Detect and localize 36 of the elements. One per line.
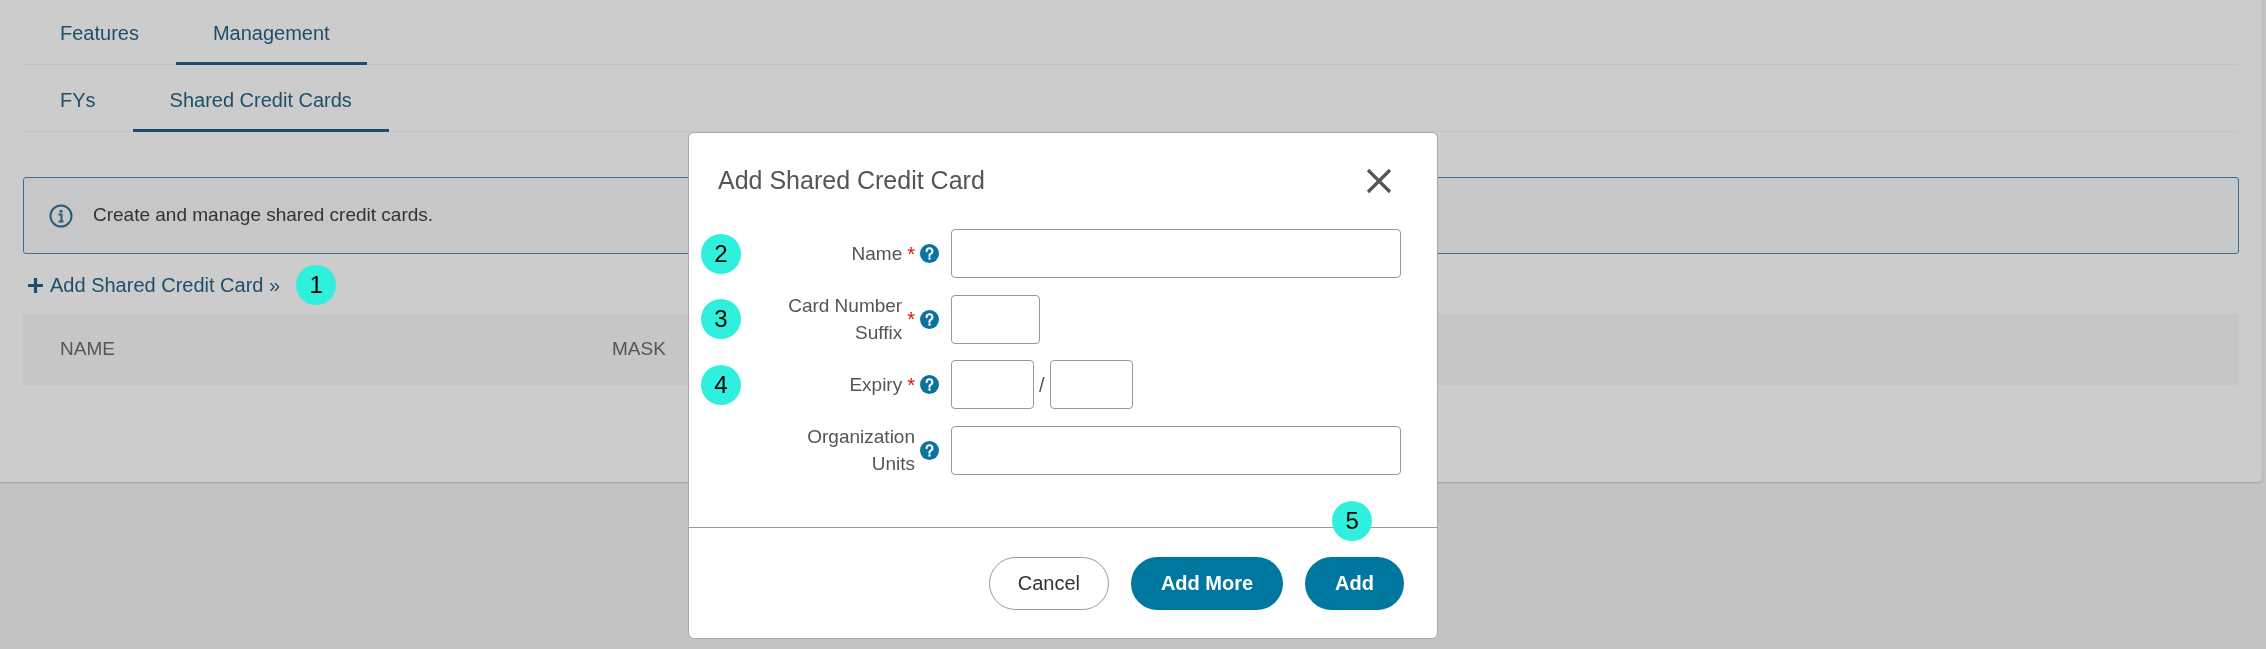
tab[interactable]: Features bbox=[23, 0, 176, 65]
field-label: Card Number Suffix bbox=[787, 294, 903, 345]
help-icon bbox=[920, 309, 939, 329]
tab[interactable]: Shared Credit Cards bbox=[132, 67, 389, 132]
required-mark: * bbox=[907, 241, 915, 267]
step-marker: 4 bbox=[701, 364, 741, 405]
info-text: Create and manage shared credit cards. bbox=[93, 203, 434, 228]
add-card-link[interactable]: Add Shared Credit Card » bbox=[27, 270, 281, 300]
step-marker: 3 bbox=[701, 299, 741, 339]
field-label: Expiry bbox=[849, 373, 903, 397]
column-header: MASK bbox=[612, 337, 666, 362]
dialog-button[interactable]: Add bbox=[1305, 556, 1404, 610]
dialog-button[interactable]: Add More bbox=[1130, 556, 1284, 610]
dialog-button[interactable]: Cancel bbox=[988, 556, 1109, 610]
step-marker: 2 bbox=[701, 233, 741, 274]
help-icon bbox=[920, 375, 939, 394]
year-field[interactable] bbox=[1049, 360, 1133, 409]
dialog-title: Add Shared Credit Card bbox=[718, 165, 985, 197]
text-field[interactable] bbox=[951, 229, 1401, 278]
field-label: Organization Units bbox=[806, 425, 915, 476]
text-field[interactable] bbox=[951, 425, 1401, 475]
help-icon bbox=[920, 244, 939, 263]
step-marker: 1 bbox=[296, 265, 337, 305]
date-separator: / bbox=[1039, 372, 1045, 398]
tab[interactable]: FYs bbox=[23, 67, 133, 132]
required-mark: * bbox=[907, 307, 915, 332]
month-field[interactable] bbox=[951, 360, 1034, 409]
help-icon bbox=[920, 440, 939, 460]
required-mark: * bbox=[907, 372, 915, 398]
step-marker: 5 bbox=[1332, 500, 1373, 541]
text-field[interactable] bbox=[951, 294, 1040, 344]
tab[interactable]: Management bbox=[175, 0, 367, 65]
plus-icon bbox=[27, 276, 44, 294]
column-header: NAME bbox=[60, 337, 116, 362]
field-label: Name bbox=[851, 242, 903, 266]
info-icon bbox=[49, 203, 73, 228]
